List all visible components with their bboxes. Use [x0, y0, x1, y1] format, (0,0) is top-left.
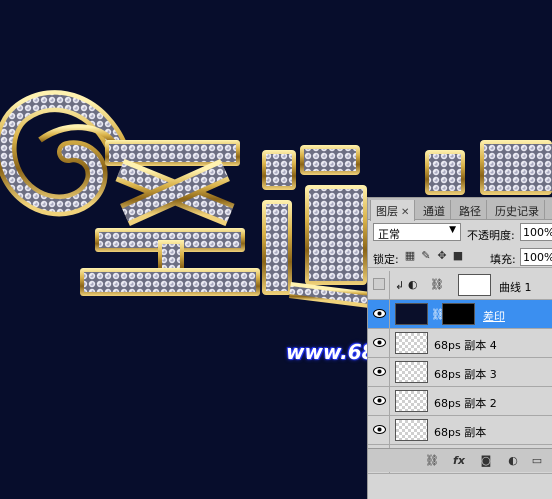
curves-mask-thumbnail[interactable] [458, 274, 491, 296]
lock-all-icon[interactable]: ■ [452, 250, 464, 262]
layers-panel: 图层 ✕ 通道 路径 历史记录 正常 ▼ 不透明度: 100% 锁定: ▦ ✎ ✥… [367, 197, 552, 499]
visibility-off-box[interactable] [373, 278, 385, 290]
mask-icon[interactable]: ◙ [479, 454, 493, 468]
fx-icon[interactable]: fx [452, 454, 466, 468]
tab-paths[interactable]: 路径 [454, 200, 487, 220]
link-icon[interactable]: ⛓ [425, 454, 439, 468]
chain-link-icon[interactable]: ⛓ [430, 278, 444, 291]
layer-row-selected[interactable]: ⛓ 差印 [368, 300, 552, 329]
fill-input[interactable]: 100% [520, 248, 552, 266]
layer-name: 68ps 副本 2 [434, 397, 497, 410]
layer-thumbnail[interactable] [395, 332, 428, 354]
layer-name: 差印 [483, 310, 505, 323]
close-icon[interactable]: ✕ [401, 207, 409, 218]
visibility-cell[interactable] [368, 300, 390, 328]
panel-footer: ⛓ fx ◙ ◐ ▭ [368, 448, 552, 472]
layer-thumbnail[interactable] [395, 419, 428, 441]
tab-paths-label: 路径 [459, 205, 481, 218]
clip-arrow-icon: ↲ [395, 279, 405, 292]
lock-transparency-icon[interactable]: ▦ [404, 250, 416, 262]
tab-layers[interactable]: 图层 ✕ [370, 200, 416, 221]
adjustment-icon[interactable]: ◐ [506, 454, 520, 468]
layer-mask-thumbnail[interactable] [442, 303, 475, 325]
layer-row[interactable]: ↲ ◐ ⛓ 曲线 1 [368, 271, 552, 300]
swirl-ornament [0, 90, 129, 217]
layer-name: 68ps 副本 3 [434, 368, 497, 381]
tab-layers-label: 图层 [376, 205, 398, 218]
layer-row[interactable]: 68ps 副本 4 [368, 329, 552, 358]
layer-name: 曲线 1 [499, 281, 532, 294]
tab-history[interactable]: 历史记录 [490, 200, 545, 220]
glyph-dan [262, 145, 371, 308]
eye-icon[interactable] [373, 396, 386, 405]
chevron-down-icon: ▼ [449, 225, 456, 235]
visibility-cell[interactable] [368, 271, 390, 299]
tab-history-label: 历史记录 [495, 205, 539, 218]
visibility-cell[interactable] [368, 358, 390, 386]
eye-icon[interactable] [373, 338, 386, 347]
glyph-kuai-le-partial [425, 140, 552, 195]
layer-thumbnail[interactable] [395, 390, 428, 412]
eye-icon[interactable] [373, 425, 386, 434]
blend-mode-select[interactable]: 正常 ▼ [373, 223, 461, 241]
layer-row[interactable]: 68ps 副本 3 [368, 358, 552, 387]
opacity-input[interactable]: 100% [520, 223, 552, 241]
opacity-label: 不透明度: [467, 229, 515, 242]
visibility-cell[interactable] [368, 416, 390, 444]
eye-icon[interactable] [373, 367, 386, 376]
group-icon[interactable]: ▭ [530, 454, 544, 468]
layer-row[interactable]: 68ps 副本 2 [368, 387, 552, 416]
layer-thumbnail[interactable] [395, 361, 428, 383]
tab-channels[interactable]: 通道 [418, 200, 451, 220]
blend-row: 正常 ▼ 不透明度: 100% [368, 221, 552, 243]
layer-name: 68ps 副本 4 [434, 339, 497, 352]
layer-row[interactable]: 68ps 副本 [368, 416, 552, 445]
layer-thumbnail[interactable] [395, 303, 428, 325]
visibility-cell[interactable] [368, 387, 390, 415]
eye-icon[interactable] [373, 309, 386, 318]
lock-row: 锁定: ▦ ✎ ✥ ■ 填充: 100% [368, 246, 552, 268]
panel-tab-bar: 图层 ✕ 通道 路径 历史记录 [368, 198, 552, 221]
layer-name: 68ps 副本 [434, 426, 487, 439]
tab-channels-label: 通道 [423, 205, 445, 218]
lock-brush-icon[interactable]: ✎ [420, 250, 432, 262]
adjustment-icon: ◐ [408, 278, 418, 291]
lock-label: 锁定: [373, 253, 399, 266]
fill-label: 填充: [490, 253, 516, 266]
blend-mode-value: 正常 [378, 228, 400, 241]
lock-move-icon[interactable]: ✥ [436, 250, 448, 262]
visibility-cell[interactable] [368, 329, 390, 357]
glyph-sheng [80, 140, 260, 296]
